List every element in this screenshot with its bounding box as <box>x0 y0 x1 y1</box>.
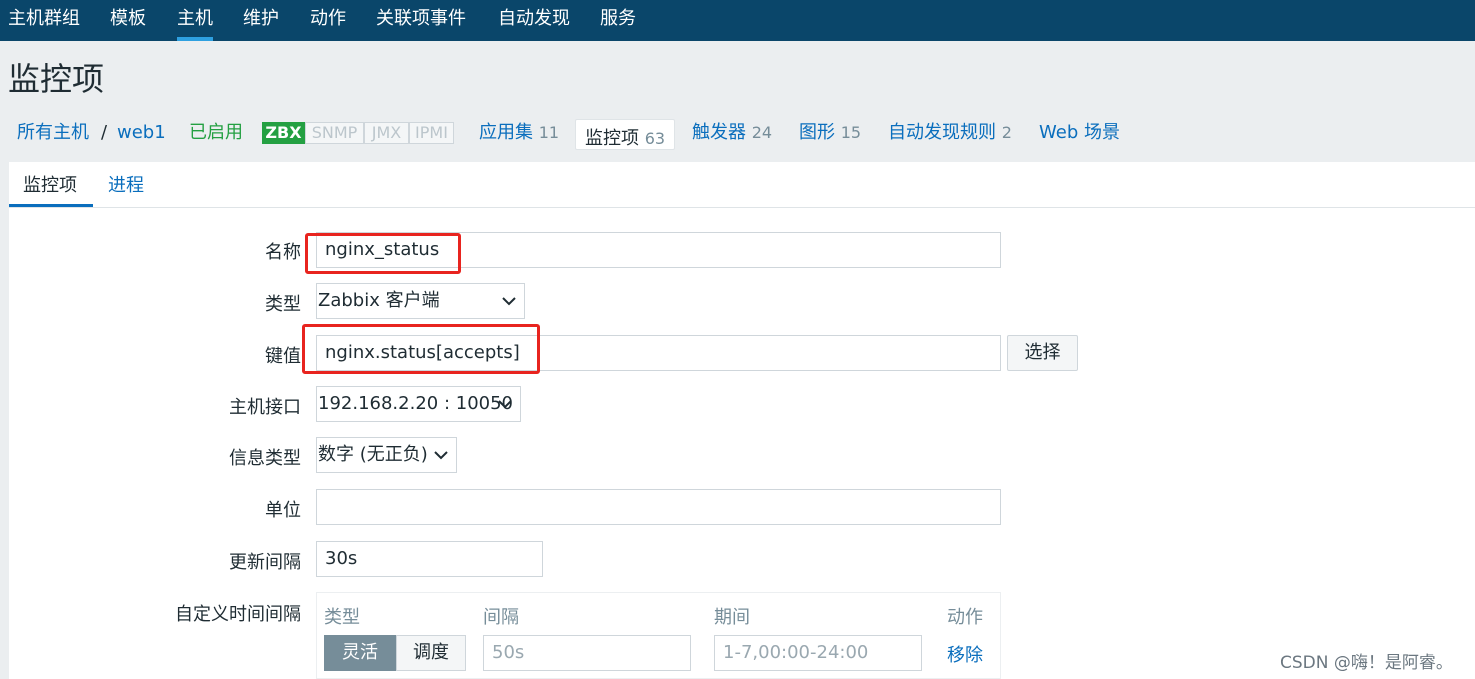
type-select-value: Zabbix 客户端 <box>318 290 440 311</box>
availability-zbx-badge: ZBX <box>262 122 305 144</box>
nav-event-correlation[interactable]: 关联项事件 <box>376 0 466 41</box>
tab-items[interactable]: 监控项 <box>23 174 77 198</box>
tab-divider <box>9 207 1475 208</box>
watermark: CSDN @嗨！是阿睿。 <box>1280 653 1453 673</box>
nav-services[interactable]: 服务 <box>600 0 636 41</box>
remove-link[interactable]: 移除 <box>947 641 983 667</box>
breadcrumb-separator: / <box>101 122 108 143</box>
nav-discovery[interactable]: 自动发现 <box>498 0 570 41</box>
host-nav-discovery-rules[interactable]: 自动发现规则 2 <box>888 120 1012 146</box>
items-count: 63 <box>644 129 666 148</box>
highlight-box-key <box>302 324 540 374</box>
select-key-button[interactable]: 选择 <box>1007 335 1078 371</box>
top-navigation: 主机群组 模板 主机 维护 动作 关联项事件 自动发现 服务 <box>0 0 1475 41</box>
units-label: 单位 <box>265 500 301 521</box>
host-interface-value: 192.168.2.20 : 10050 <box>318 393 514 414</box>
units-input[interactable] <box>316 489 1001 525</box>
graphs-label: 图形 <box>799 122 835 143</box>
availability-jmx-badge: JMX <box>364 122 409 144</box>
scheduling-toggle[interactable]: 调度 <box>396 635 466 671</box>
page-title: 监控项 <box>8 60 105 98</box>
host-nav-web-scenarios[interactable]: Web 场景 <box>1039 120 1120 146</box>
type-label: 类型 <box>265 294 301 315</box>
host-status-enabled[interactable]: 已启用 <box>189 120 243 146</box>
availability-snmp-badge: SNMP <box>305 122 364 144</box>
info-type-label: 信息类型 <box>229 448 301 469</box>
flexible-toggle[interactable]: 灵活 <box>324 635 396 671</box>
info-type-select[interactable]: 数字 (无正负) <box>316 437 457 473</box>
availability-ipmi-badge: IPMI <box>409 122 454 144</box>
triggers-count: 24 <box>751 123 773 142</box>
tab-process[interactable]: 进程 <box>108 174 144 198</box>
update-interval-input[interactable]: 30s <box>316 541 543 577</box>
nav-actions[interactable]: 动作 <box>310 0 346 41</box>
host-interface-label: 主机接口 <box>229 397 301 418</box>
info-type-value: 数字 (无正负) <box>318 444 428 465</box>
host-nav-triggers[interactable]: 触发器 24 <box>692 120 772 146</box>
nav-maintenance[interactable]: 维护 <box>243 0 279 41</box>
triggers-label: 触发器 <box>692 122 746 143</box>
graphs-count: 15 <box>840 123 862 142</box>
breadcrumb-host[interactable]: web1 <box>117 120 166 146</box>
items-label: 监控项 <box>585 128 639 149</box>
key-label: 键值 <box>265 346 301 367</box>
host-nav-graphs[interactable]: 图形 15 <box>799 120 861 146</box>
chevron-down-icon <box>434 451 448 460</box>
applications-count: 11 <box>538 123 560 142</box>
nav-hosts[interactable]: 主机 <box>177 0 213 41</box>
chevron-down-icon <box>502 297 516 306</box>
update-interval-label: 更新间隔 <box>229 552 301 573</box>
applications-label: 应用集 <box>479 122 533 143</box>
discovery-count: 2 <box>1001 123 1012 142</box>
col-type-header: 类型 <box>324 607 360 628</box>
nav-templates[interactable]: 模板 <box>110 0 146 41</box>
discovery-label: 自动发现规则 <box>888 122 996 143</box>
host-interface-select[interactable]: 192.168.2.20 : 10050 <box>316 386 521 422</box>
type-select[interactable]: Zabbix 客户端 <box>316 283 525 319</box>
col-action-header: 动作 <box>947 607 983 628</box>
name-label: 名称 <box>265 242 301 263</box>
host-nav-items[interactable]: 监控项 63 <box>575 119 676 150</box>
highlight-box-name <box>305 233 461 274</box>
col-period-header: 期间 <box>714 607 750 628</box>
custom-period-input[interactable]: 1-7,00:00-24:00 <box>714 635 922 671</box>
col-interval-header: 间隔 <box>483 607 519 628</box>
custom-interval-input[interactable]: 50s <box>483 635 691 671</box>
nav-host-groups[interactable]: 主机群组 <box>8 0 80 41</box>
breadcrumb-all-hosts[interactable]: 所有主机 <box>17 120 89 146</box>
item-form-card: 监控项 进程 名称 nginx_status 类型 Zabbix 客户端 键值 … <box>9 162 1475 679</box>
custom-intervals-label: 自定义时间间隔 <box>175 604 301 625</box>
host-nav-applications[interactable]: 应用集 11 <box>479 120 559 146</box>
chevron-down-icon <box>498 400 512 409</box>
custom-intervals-table: 类型 间隔 期间 动作 灵活 调度 50s 1-7,00:00-24:00 移除 <box>316 592 1001 679</box>
